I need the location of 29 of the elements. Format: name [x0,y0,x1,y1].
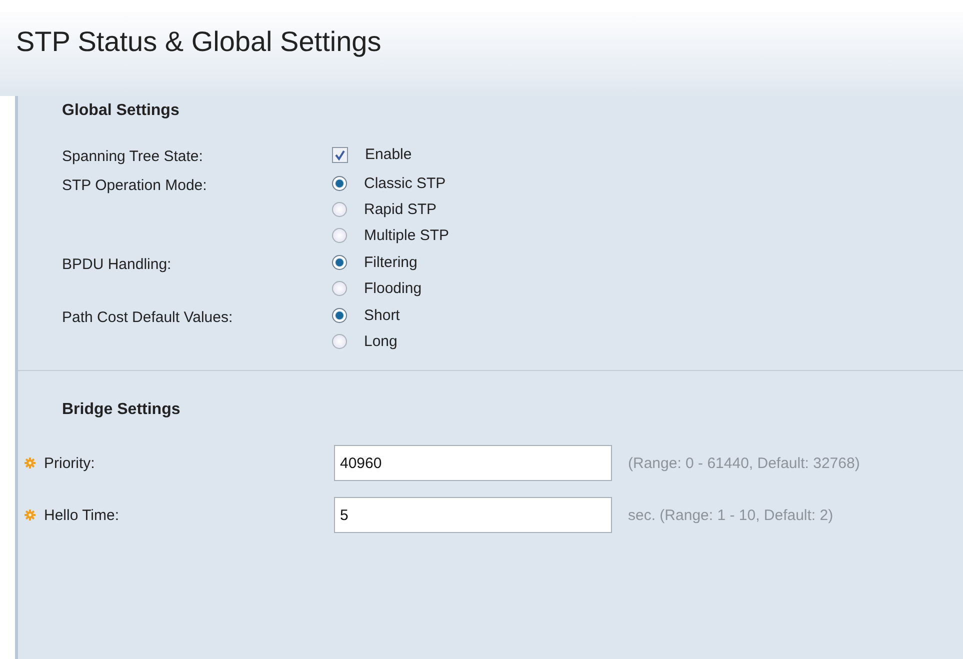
checkbox-label: Enable [365,146,412,163]
radio-label: Classic STP [364,175,446,192]
hint-text: (Range: 0 - 61440, Default: 32768) [628,454,860,472]
radio-label: Short [364,307,400,324]
radio-label: Long [364,333,398,350]
radio-label: Multiple STP [364,227,450,244]
hint-text: sec. (Range: 1 - 10, Default: 2) [628,506,834,524]
radio-button[interactable] [332,255,347,270]
radio-button[interactable] [332,308,347,323]
page-title: STP Status & Global Settings [16,26,382,58]
section-heading: Bridge Settings [62,400,182,420]
radio-label: Filtering [364,254,418,271]
checkbox[interactable] [332,146,348,162]
radio-button[interactable] [332,228,347,243]
section-heading: Global Settings [62,101,180,121]
radio-button[interactable] [332,281,347,296]
field-label: Hello Time: [44,506,120,524]
field-label: STP Operation Mode: [62,176,208,196]
field-label: Priority: [44,454,95,472]
radio-button[interactable] [332,334,347,349]
field-label: BPDU Handling: [62,255,172,275]
radio-label: Flooding [364,280,422,297]
radio-label: Rapid STP [364,201,437,218]
field-label: Spanning Tree State: [62,147,204,165]
input-field[interactable]: 40960 [334,445,612,481]
input-field[interactable]: 5 [334,497,612,533]
radio-button[interactable] [332,176,347,191]
radio-button[interactable] [332,202,347,217]
field-label: Path Cost Default Values: [62,308,234,328]
